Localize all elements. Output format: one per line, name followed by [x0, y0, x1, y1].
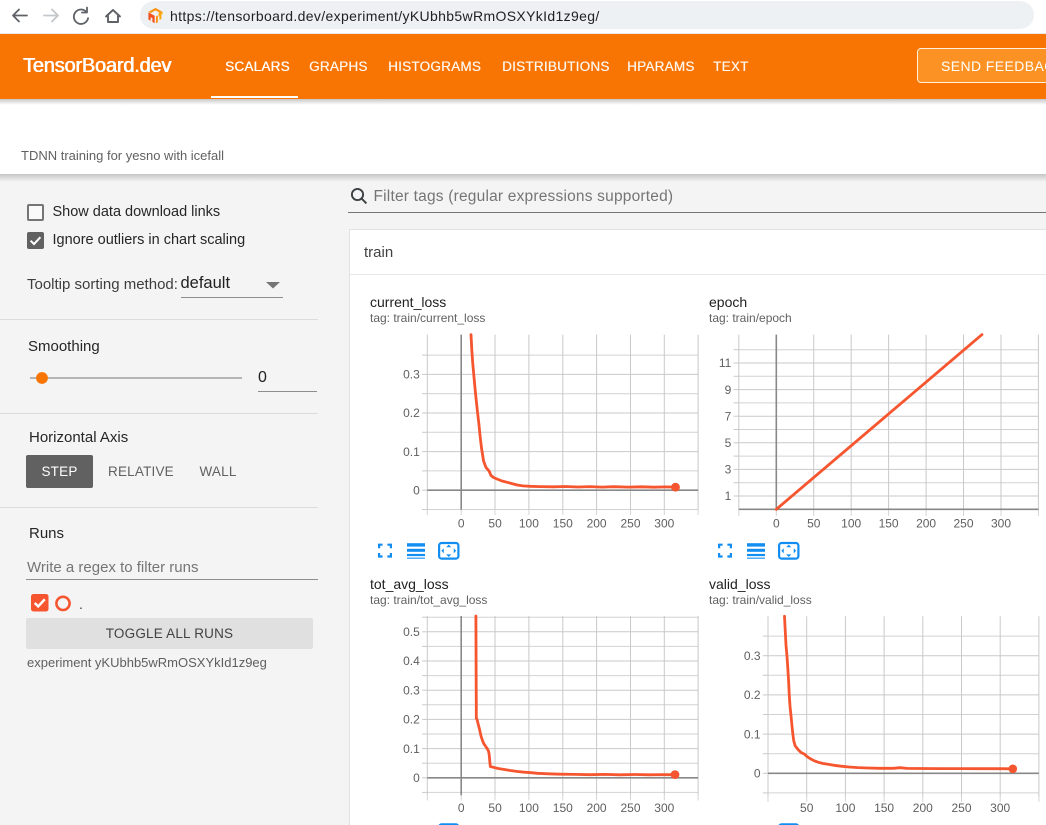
svg-text:0.4: 0.4: [403, 654, 420, 668]
svg-text:0.3: 0.3: [403, 368, 420, 382]
svg-text:0.1: 0.1: [403, 445, 420, 459]
svg-text:50: 50: [800, 801, 814, 815]
svg-text:150: 150: [874, 801, 894, 815]
svg-text:9: 9: [725, 383, 732, 397]
svg-text:100: 100: [519, 801, 539, 815]
svg-text:300: 300: [654, 801, 674, 815]
svg-text:0: 0: [773, 517, 780, 531]
svg-text:50: 50: [488, 801, 502, 815]
svg-text:200: 200: [913, 801, 933, 815]
svg-text:11: 11: [719, 356, 732, 370]
svg-text:0: 0: [754, 767, 761, 781]
svg-text:5: 5: [725, 436, 732, 450]
svg-text:250: 250: [951, 801, 971, 815]
svg-text:250: 250: [953, 517, 973, 531]
svg-text:0.2: 0.2: [403, 406, 420, 420]
svg-text:150: 150: [553, 801, 573, 815]
svg-text:0.1: 0.1: [403, 742, 420, 756]
svg-text:150: 150: [879, 517, 899, 531]
svg-text:1: 1: [725, 489, 732, 503]
svg-text:100: 100: [841, 517, 861, 531]
svg-text:150: 150: [553, 517, 573, 531]
svg-text:0.3: 0.3: [403, 683, 420, 697]
svg-text:0.3: 0.3: [744, 649, 761, 663]
svg-text:300: 300: [654, 517, 674, 531]
svg-text:100: 100: [519, 517, 539, 531]
svg-text:100: 100: [835, 801, 855, 815]
svg-text:0: 0: [458, 801, 465, 815]
svg-text:250: 250: [620, 517, 640, 531]
svg-text:0.2: 0.2: [744, 688, 761, 702]
svg-text:200: 200: [916, 517, 936, 531]
svg-text:3: 3: [725, 463, 732, 477]
svg-text:200: 200: [587, 801, 607, 815]
svg-text:250: 250: [620, 801, 640, 815]
svg-text:200: 200: [587, 517, 607, 531]
svg-text:0.5: 0.5: [403, 625, 420, 639]
svg-text:50: 50: [807, 517, 821, 531]
svg-text:0: 0: [413, 771, 420, 785]
svg-text:0: 0: [413, 483, 420, 497]
svg-text:0.1: 0.1: [744, 727, 761, 741]
svg-text:0.2: 0.2: [403, 713, 420, 727]
svg-text:7: 7: [725, 409, 732, 423]
svg-text:300: 300: [990, 801, 1010, 815]
svg-text:300: 300: [991, 517, 1011, 531]
svg-text:0: 0: [458, 517, 465, 531]
svg-text:50: 50: [488, 517, 502, 531]
